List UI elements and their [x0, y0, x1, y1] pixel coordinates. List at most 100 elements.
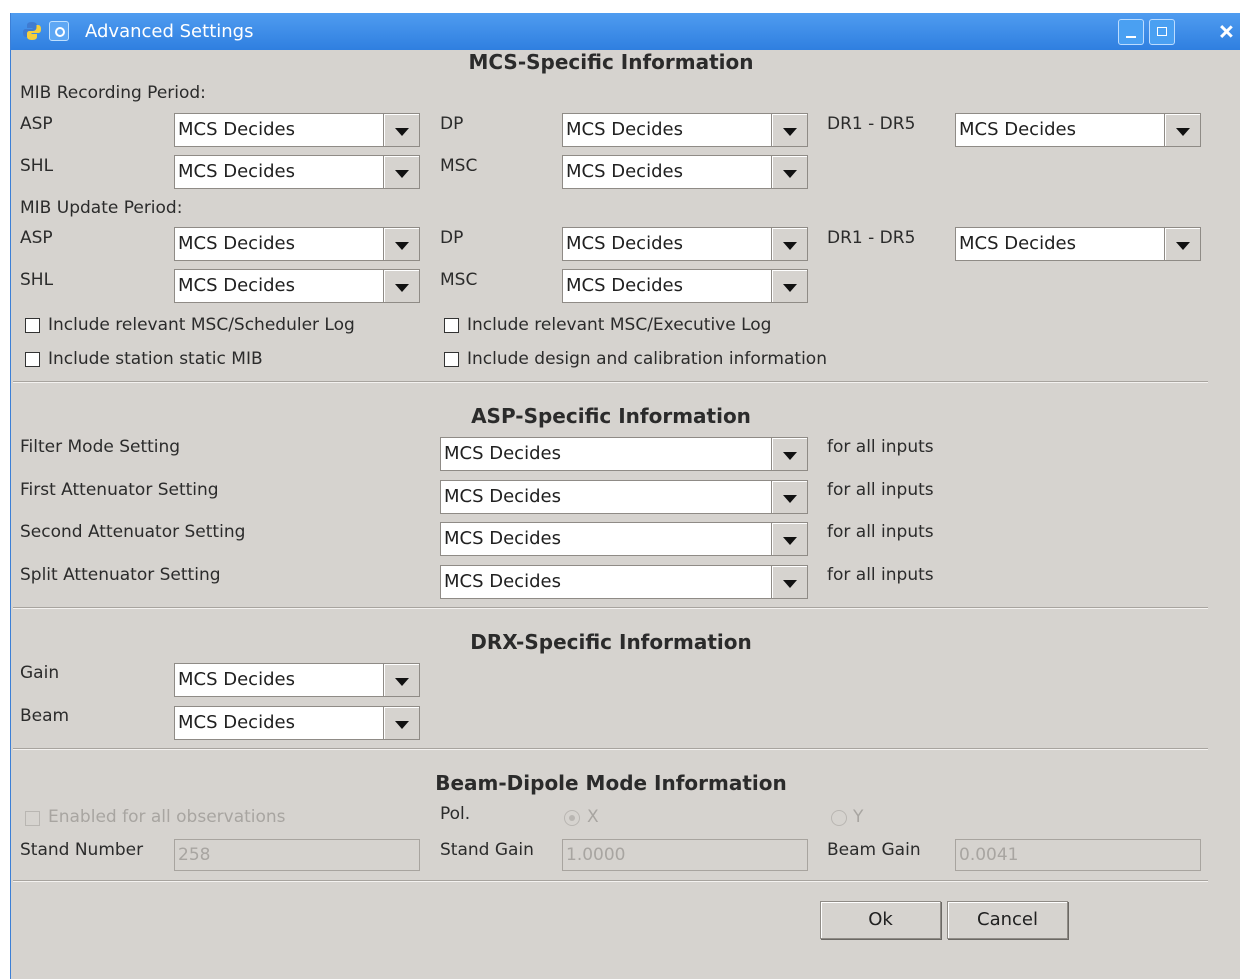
enabled-all-label: Enabled for all observations [48, 807, 286, 827]
combo-value: MCS Decides [174, 227, 384, 261]
recording-asp-label: ASP [20, 114, 53, 134]
chevron-down-icon[interactable] [1165, 113, 1201, 147]
recording-shl-label: SHL [20, 156, 54, 176]
combo-value: MCS Decides [562, 227, 772, 261]
chevron-down-icon[interactable] [772, 437, 808, 471]
recording-asp-combo[interactable]: MCS Decides [174, 113, 420, 147]
drx-beam-label: Beam [20, 706, 70, 726]
pol-y-radio[interactable] [831, 810, 847, 826]
stand-gain-label: Stand Gain [440, 840, 534, 860]
pol-y-label: Y [853, 807, 864, 827]
scheduler-log-label: Include relevant MSC/Scheduler Log [48, 315, 355, 335]
chevron-down-icon[interactable] [1165, 227, 1201, 261]
update-msc-label: MSC [440, 270, 478, 290]
recording-msc-combo[interactable]: MCS Decides [562, 155, 808, 189]
pol-x-label: X [587, 807, 599, 827]
separator [13, 880, 1208, 882]
chevron-down-icon[interactable] [772, 155, 808, 189]
static-mib-label: Include station static MIB [48, 349, 263, 369]
second-attenuator-combo[interactable]: MCS Decides [440, 522, 808, 556]
executive-log-label: Include relevant MSC/Executive Log [467, 315, 772, 335]
cancel-button[interactable]: Cancel [947, 901, 1068, 939]
maximize-icon[interactable] [1149, 19, 1175, 45]
update-dp-combo[interactable]: MCS Decides [562, 227, 808, 261]
filter-mode-suffix: for all inputs [827, 437, 934, 457]
filter-mode-label: Filter Mode Setting [20, 437, 181, 457]
stand-number-field[interactable]: 258 [174, 839, 420, 871]
mib-recording-heading: MIB Recording Period: [20, 83, 206, 103]
update-shl-combo[interactable]: MCS Decides [174, 269, 420, 303]
design-cal-checkbox[interactable] [444, 352, 459, 367]
drx-section-title: DRX-Specific Information [470, 630, 752, 654]
chevron-down-icon[interactable] [384, 113, 420, 147]
update-asp-label: ASP [20, 228, 53, 248]
chevron-down-icon[interactable] [772, 480, 808, 514]
mib-update-heading: MIB Update Period: [20, 198, 183, 218]
static-mib-checkbox[interactable] [25, 352, 40, 367]
chevron-down-icon[interactable] [384, 155, 420, 189]
combo-value: MCS Decides [174, 706, 384, 740]
chevron-down-icon[interactable] [384, 663, 420, 697]
first-attenuator-label: First Attenuator Setting [20, 480, 219, 500]
update-shl-label: SHL [20, 270, 54, 290]
chevron-down-icon[interactable] [772, 227, 808, 261]
beam-gain-field[interactable]: 0.0041 [955, 839, 1201, 871]
second-attenuator-suffix: for all inputs [827, 522, 934, 542]
combo-value: MCS Decides [440, 437, 772, 471]
recording-dr-label: DR1 - DR5 [827, 114, 916, 134]
python-icon [23, 22, 41, 40]
recording-dp-combo[interactable]: MCS Decides [562, 113, 808, 147]
update-dr-label: DR1 - DR5 [827, 228, 916, 248]
menu-icon[interactable] [49, 21, 69, 41]
asp-section-title: ASP-Specific Information [471, 404, 751, 428]
scheduler-log-checkbox[interactable] [25, 318, 40, 333]
combo-value: MCS Decides [562, 269, 772, 303]
chevron-down-icon[interactable] [384, 227, 420, 261]
pol-x-radio[interactable] [564, 810, 580, 826]
split-attenuator-label: Split Attenuator Setting [20, 565, 221, 585]
pol-label: Pol. [440, 804, 471, 824]
update-dr-combo[interactable]: MCS Decides [955, 227, 1201, 261]
separator [13, 607, 1208, 609]
filter-mode-combo[interactable]: MCS Decides [440, 437, 808, 471]
stand-gain-field[interactable]: 1.0000 [562, 839, 808, 871]
combo-value: MCS Decides [174, 155, 384, 189]
executive-log-checkbox[interactable] [444, 318, 459, 333]
first-attenuator-combo[interactable]: MCS Decides [440, 480, 808, 514]
chevron-down-icon[interactable] [772, 269, 808, 303]
window-title: Advanced Settings [85, 21, 254, 42]
update-dp-label: DP [440, 228, 464, 248]
split-attenuator-combo[interactable]: MCS Decides [440, 565, 808, 599]
chevron-down-icon[interactable] [772, 522, 808, 556]
drx-beam-combo[interactable]: MCS Decides [174, 706, 420, 740]
drx-gain-label: Gain [20, 663, 60, 683]
combo-value: MCS Decides [955, 227, 1165, 261]
combo-value: MCS Decides [955, 113, 1165, 147]
combo-value: MCS Decides [440, 565, 772, 599]
enabled-all-checkbox[interactable] [25, 811, 40, 826]
chevron-down-icon[interactable] [384, 269, 420, 303]
drx-gain-combo[interactable]: MCS Decides [174, 663, 420, 697]
title-bar[interactable]: Advanced Settings [11, 13, 1240, 50]
minimize-icon[interactable] [1118, 19, 1144, 45]
chevron-down-icon[interactable] [772, 565, 808, 599]
separator [13, 748, 1208, 750]
chevron-down-icon[interactable] [772, 113, 808, 147]
chevron-down-icon[interactable] [384, 706, 420, 740]
design-cal-label: Include design and calibration informati… [467, 349, 827, 369]
advanced-settings-window: Advanced Settings MCS-Specific Informati… [10, 13, 1240, 979]
recording-shl-combo[interactable]: MCS Decides [174, 155, 420, 189]
recording-dr-combo[interactable]: MCS Decides [955, 113, 1201, 147]
update-msc-combo[interactable]: MCS Decides [562, 269, 808, 303]
close-icon[interactable] [1213, 19, 1239, 45]
mcs-section-title: MCS-Specific Information [468, 50, 754, 74]
combo-value: MCS Decides [174, 113, 384, 147]
combo-value: MCS Decides [440, 522, 772, 556]
recording-msc-label: MSC [440, 156, 478, 176]
combo-value: MCS Decides [562, 113, 772, 147]
combo-value: MCS Decides [174, 663, 384, 697]
beam-dipole-section-title: Beam-Dipole Mode Information [435, 771, 787, 795]
ok-button[interactable]: Ok [820, 901, 941, 939]
update-asp-combo[interactable]: MCS Decides [174, 227, 420, 261]
beam-gain-label: Beam Gain [827, 840, 921, 860]
